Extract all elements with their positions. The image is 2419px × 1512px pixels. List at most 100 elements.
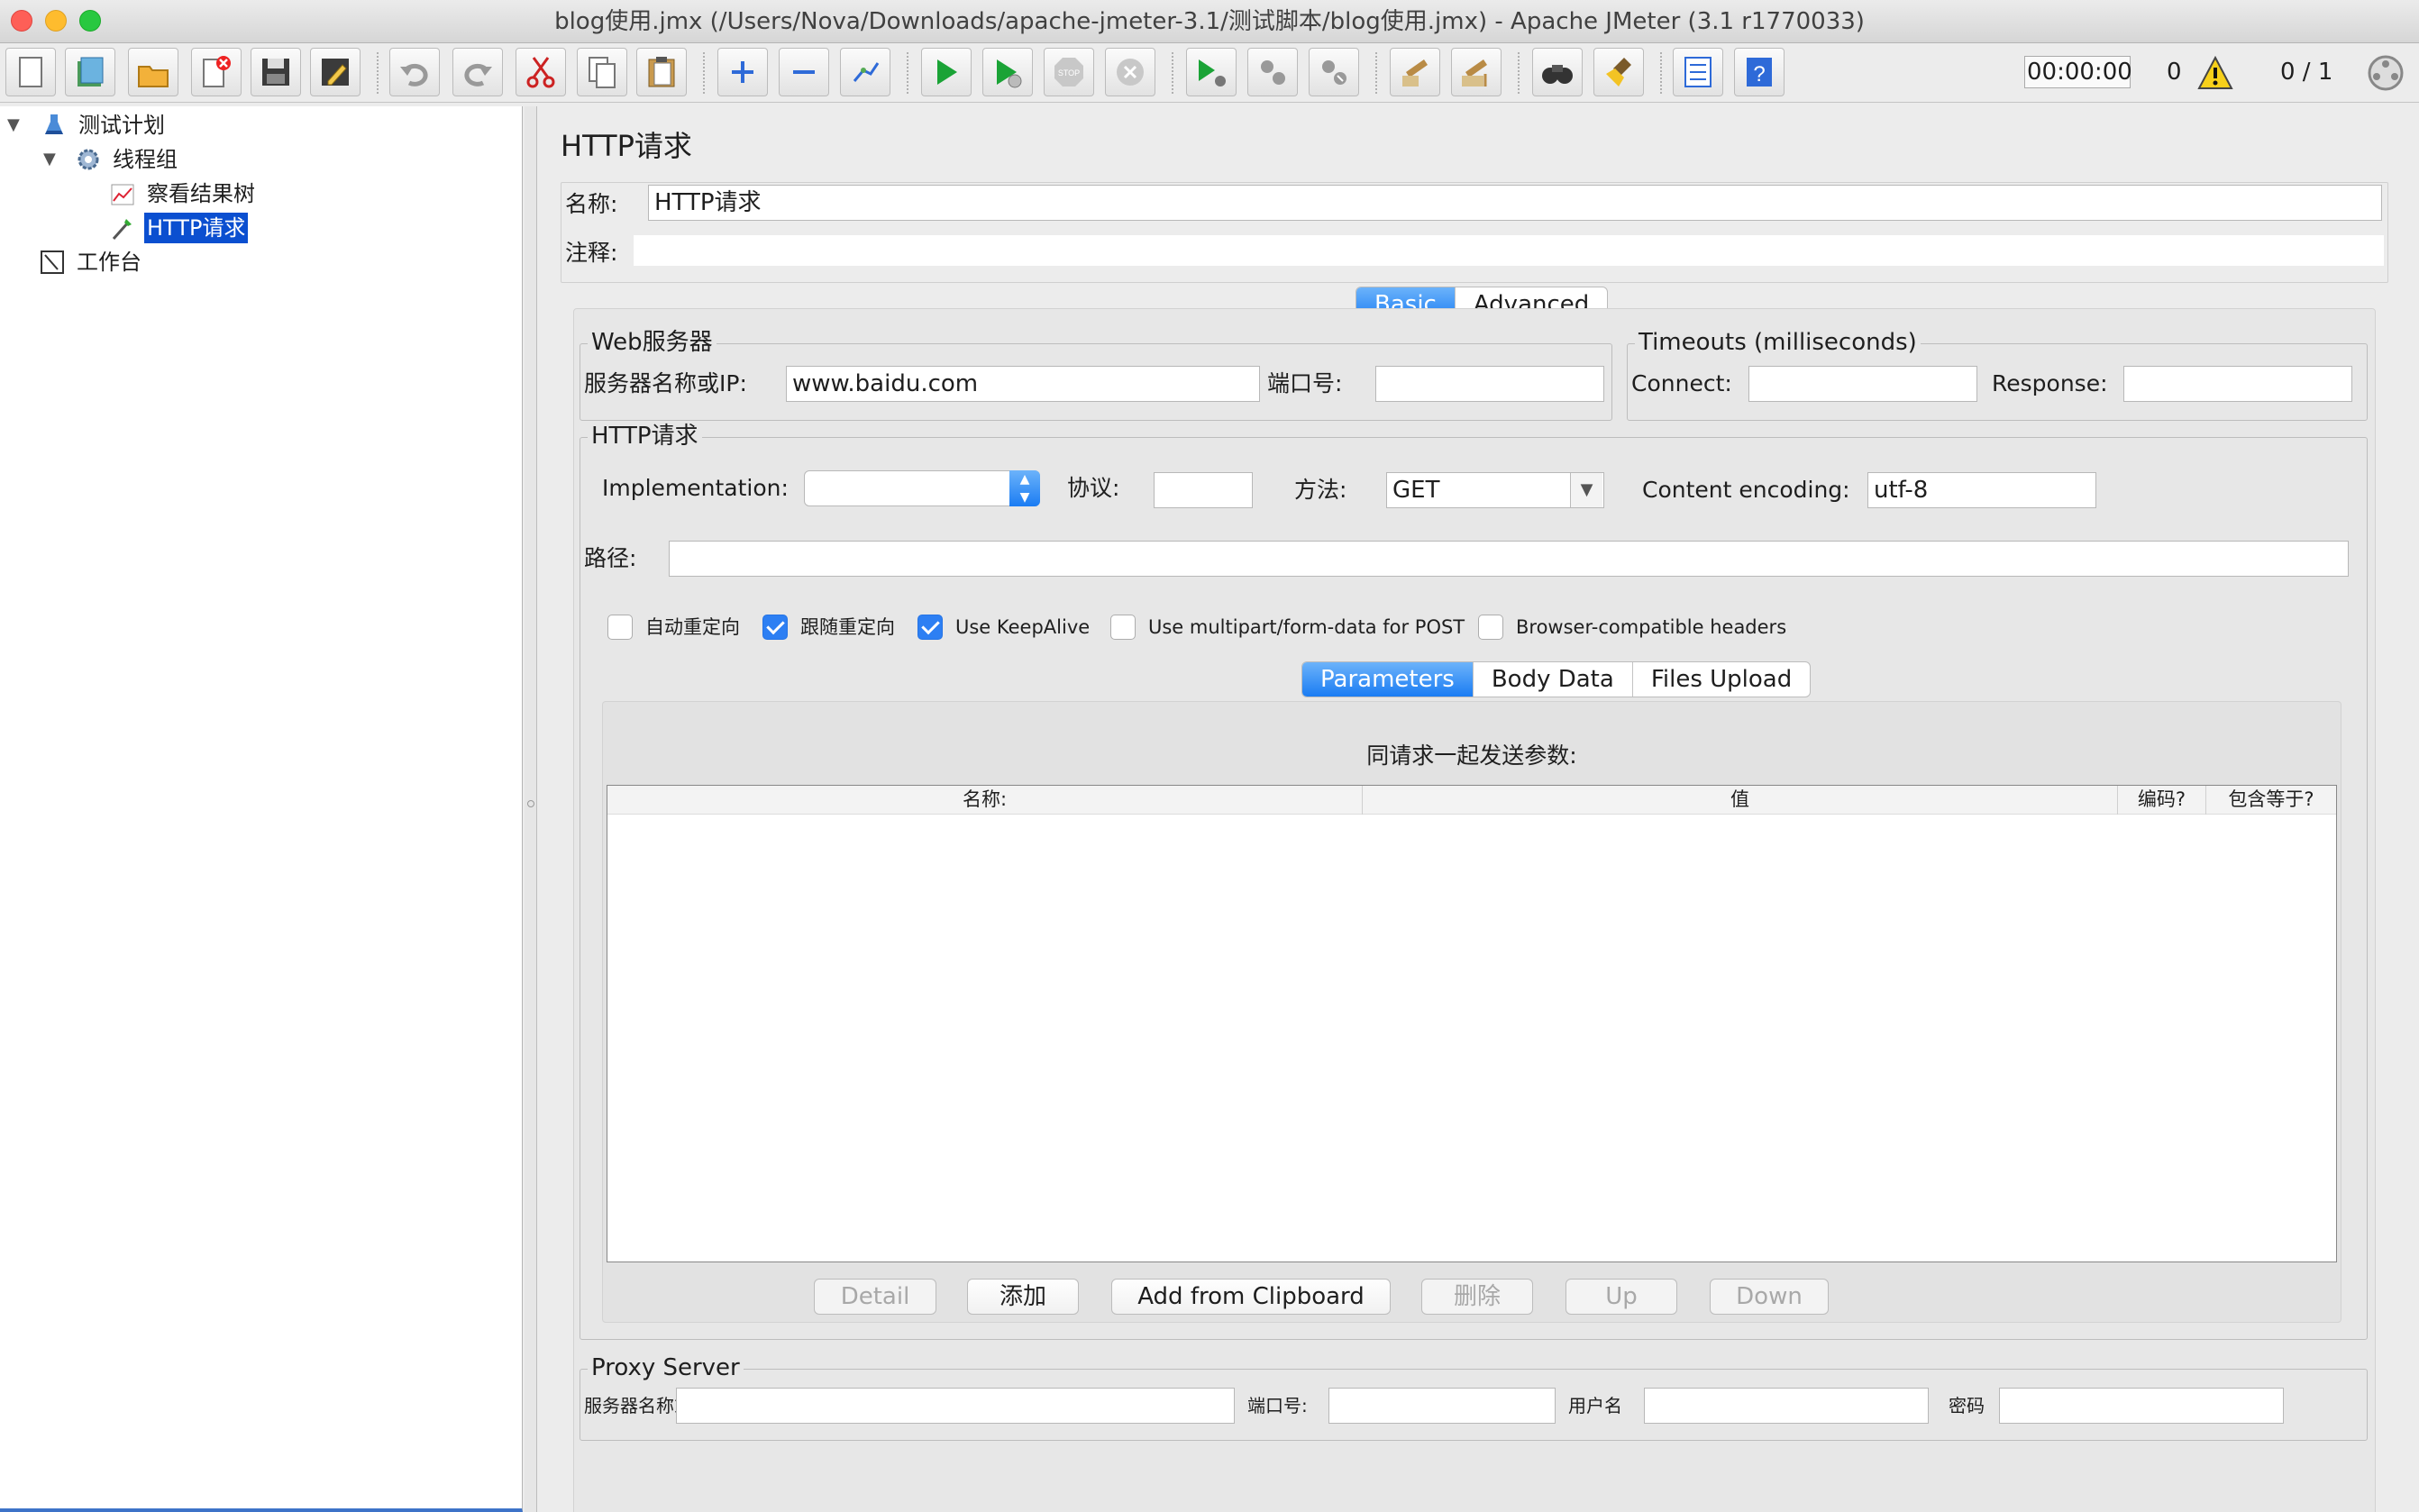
proxy-server-input[interactable] (676, 1388, 1235, 1424)
close-file-icon (203, 56, 231, 87)
open-button[interactable] (128, 48, 178, 96)
proxy-port-input[interactable] (1328, 1388, 1556, 1424)
copy-icon (589, 57, 616, 88)
redo-button[interactable] (452, 48, 503, 96)
clear-button[interactable] (1390, 48, 1440, 96)
collapse-triangle-icon[interactable]: ▼ (7, 110, 20, 141)
column-include-equals[interactable]: 包含等于? (2206, 786, 2336, 815)
shutdown-button[interactable] (1105, 48, 1155, 96)
error-count: 0 (2167, 59, 2182, 86)
split-pane-divider[interactable] (525, 106, 537, 1512)
connect-timeout-input[interactable] (1748, 366, 1977, 402)
templates-button[interactable] (65, 48, 115, 96)
delete-button[interactable]: 删除 (1421, 1279, 1533, 1315)
toolbar: STOP ? 00:00:00 0 0 / 1 (0, 43, 2419, 103)
collapse-all-button[interactable] (779, 48, 829, 96)
path-label: 路径: (584, 545, 637, 571)
auto-redirect-checkbox[interactable] (607, 615, 633, 640)
browser-compatible-checkbox[interactable] (1478, 615, 1503, 640)
window-title: blog使用.jmx (/Users/Nova/Downloads/apache… (554, 8, 1865, 35)
redo-icon (464, 63, 492, 87)
function-helper-icon (1684, 57, 1712, 87)
response-label: Response: (1992, 370, 2108, 396)
up-button[interactable]: Up (1566, 1279, 1677, 1315)
port-label: 端口号: (1267, 370, 1343, 396)
name-input[interactable]: HTTP请求 (648, 185, 2382, 221)
protocol-input[interactable] (1154, 472, 1253, 508)
close-file-button[interactable] (191, 48, 242, 96)
paste-button[interactable] (636, 48, 687, 96)
multipart-checkbox[interactable] (1110, 615, 1136, 640)
start-no-pause-icon (997, 59, 1022, 88)
expand-all-button[interactable] (717, 48, 768, 96)
help-icon: ? (1747, 58, 1772, 87)
start-icon (937, 59, 957, 85)
copy-button[interactable] (577, 48, 627, 96)
parameters-tabs: Parameters Body Data Files Upload (1301, 661, 1812, 697)
cut-button[interactable] (516, 48, 566, 96)
name-comment-box: 名称: HTTP请求 注释: (561, 182, 2388, 283)
start-button[interactable] (921, 48, 972, 96)
remote-stop-button[interactable] (1247, 48, 1298, 96)
new-button[interactable] (5, 48, 56, 96)
proxy-username-input[interactable] (1644, 1388, 1929, 1424)
parameters-tab-panel: 同请求一起发送参数: 名称: 值 编码? 包含等于? Detail 添加 Add… (602, 701, 2341, 1323)
comment-input[interactable] (634, 235, 2384, 266)
http-sampler-icon (112, 219, 132, 240)
method-dropdown-arrow-icon[interactable]: ▼ (1570, 473, 1602, 507)
remote-shutdown-button[interactable] (1309, 48, 1359, 96)
http-request-group: HTTP请求 Implementation: ▲ ▼ 协议: 方法: GET ▼ … (580, 422, 2368, 1340)
detail-button[interactable]: Detail (814, 1279, 936, 1315)
tab-body-data[interactable]: Body Data (1474, 662, 1633, 697)
auto-redirect-label: 自动重定向 (645, 616, 740, 638)
help-button[interactable]: ? (1734, 48, 1785, 96)
test-plan-tree: ▼ 测试计划 ▼ 线程组 察看结果树 HTTP请求 工作台 (0, 106, 523, 1512)
function-helper-button[interactable] (1673, 48, 1723, 96)
save-as-button[interactable] (310, 48, 361, 96)
path-input[interactable] (669, 541, 2349, 577)
table-header: 名称: 值 编码? 包含等于? (607, 786, 2336, 815)
down-button[interactable]: Down (1710, 1279, 1829, 1315)
keepalive-label: Use KeepAlive (955, 616, 1091, 638)
undo-button[interactable] (389, 48, 440, 96)
column-encode[interactable]: 编码? (2118, 786, 2206, 815)
stop-button[interactable]: STOP (1044, 48, 1094, 96)
add-from-clipboard-button[interactable]: Add from Clipboard (1111, 1279, 1391, 1315)
follow-redirects-checkbox[interactable] (762, 615, 788, 640)
content-encoding-input[interactable]: utf-8 (1867, 472, 2096, 508)
timeouts-group: Timeouts (milliseconds) Connect: Respons… (1627, 328, 2368, 421)
paste-icon (648, 57, 675, 87)
reset-search-button[interactable] (1593, 48, 1644, 96)
remote-start-button[interactable] (1186, 48, 1237, 96)
proxy-password-input[interactable] (1999, 1388, 2284, 1424)
port-input[interactable] (1375, 366, 1604, 402)
warning-icon[interactable] (2197, 56, 2233, 90)
parameters-table: 名称: 值 编码? 包含等于? (607, 785, 2337, 1262)
save-as-icon (322, 59, 349, 86)
start-no-pauses-button[interactable] (982, 48, 1033, 96)
svg-text:?: ? (1753, 62, 1765, 87)
clear-all-button[interactable] (1451, 48, 1502, 96)
tab-files-upload[interactable]: Files Upload (1633, 662, 1810, 697)
search-button[interactable] (1532, 48, 1583, 96)
collapse-triangle-icon[interactable]: ▼ (43, 144, 56, 175)
remote-stop-icon (1261, 60, 1285, 85)
stop-icon: STOP (1054, 58, 1083, 87)
save-button[interactable] (251, 48, 301, 96)
server-name-input[interactable]: www.baidu.com (786, 366, 1260, 402)
add-button[interactable]: 添加 (967, 1279, 1079, 1315)
keepalive-checkbox[interactable] (917, 615, 943, 640)
results-tree-icon (111, 184, 134, 205)
column-name[interactable]: 名称: (607, 786, 1363, 815)
protocol-label: 协议: (1067, 475, 1120, 501)
search-icon (1542, 65, 1573, 84)
implementation-dropdown-arrow-icon[interactable]: ▲ ▼ (1009, 470, 1040, 506)
tab-parameters[interactable]: Parameters (1302, 662, 1474, 697)
column-value[interactable]: 值 (1363, 786, 2118, 815)
collapse-icon (793, 70, 815, 74)
implementation-select[interactable] (804, 470, 1040, 506)
remote-shutdown-icon (1322, 60, 1346, 85)
response-timeout-input[interactable] (2123, 366, 2352, 402)
clear-icon (1402, 59, 1428, 87)
toggle-button[interactable] (840, 48, 890, 96)
